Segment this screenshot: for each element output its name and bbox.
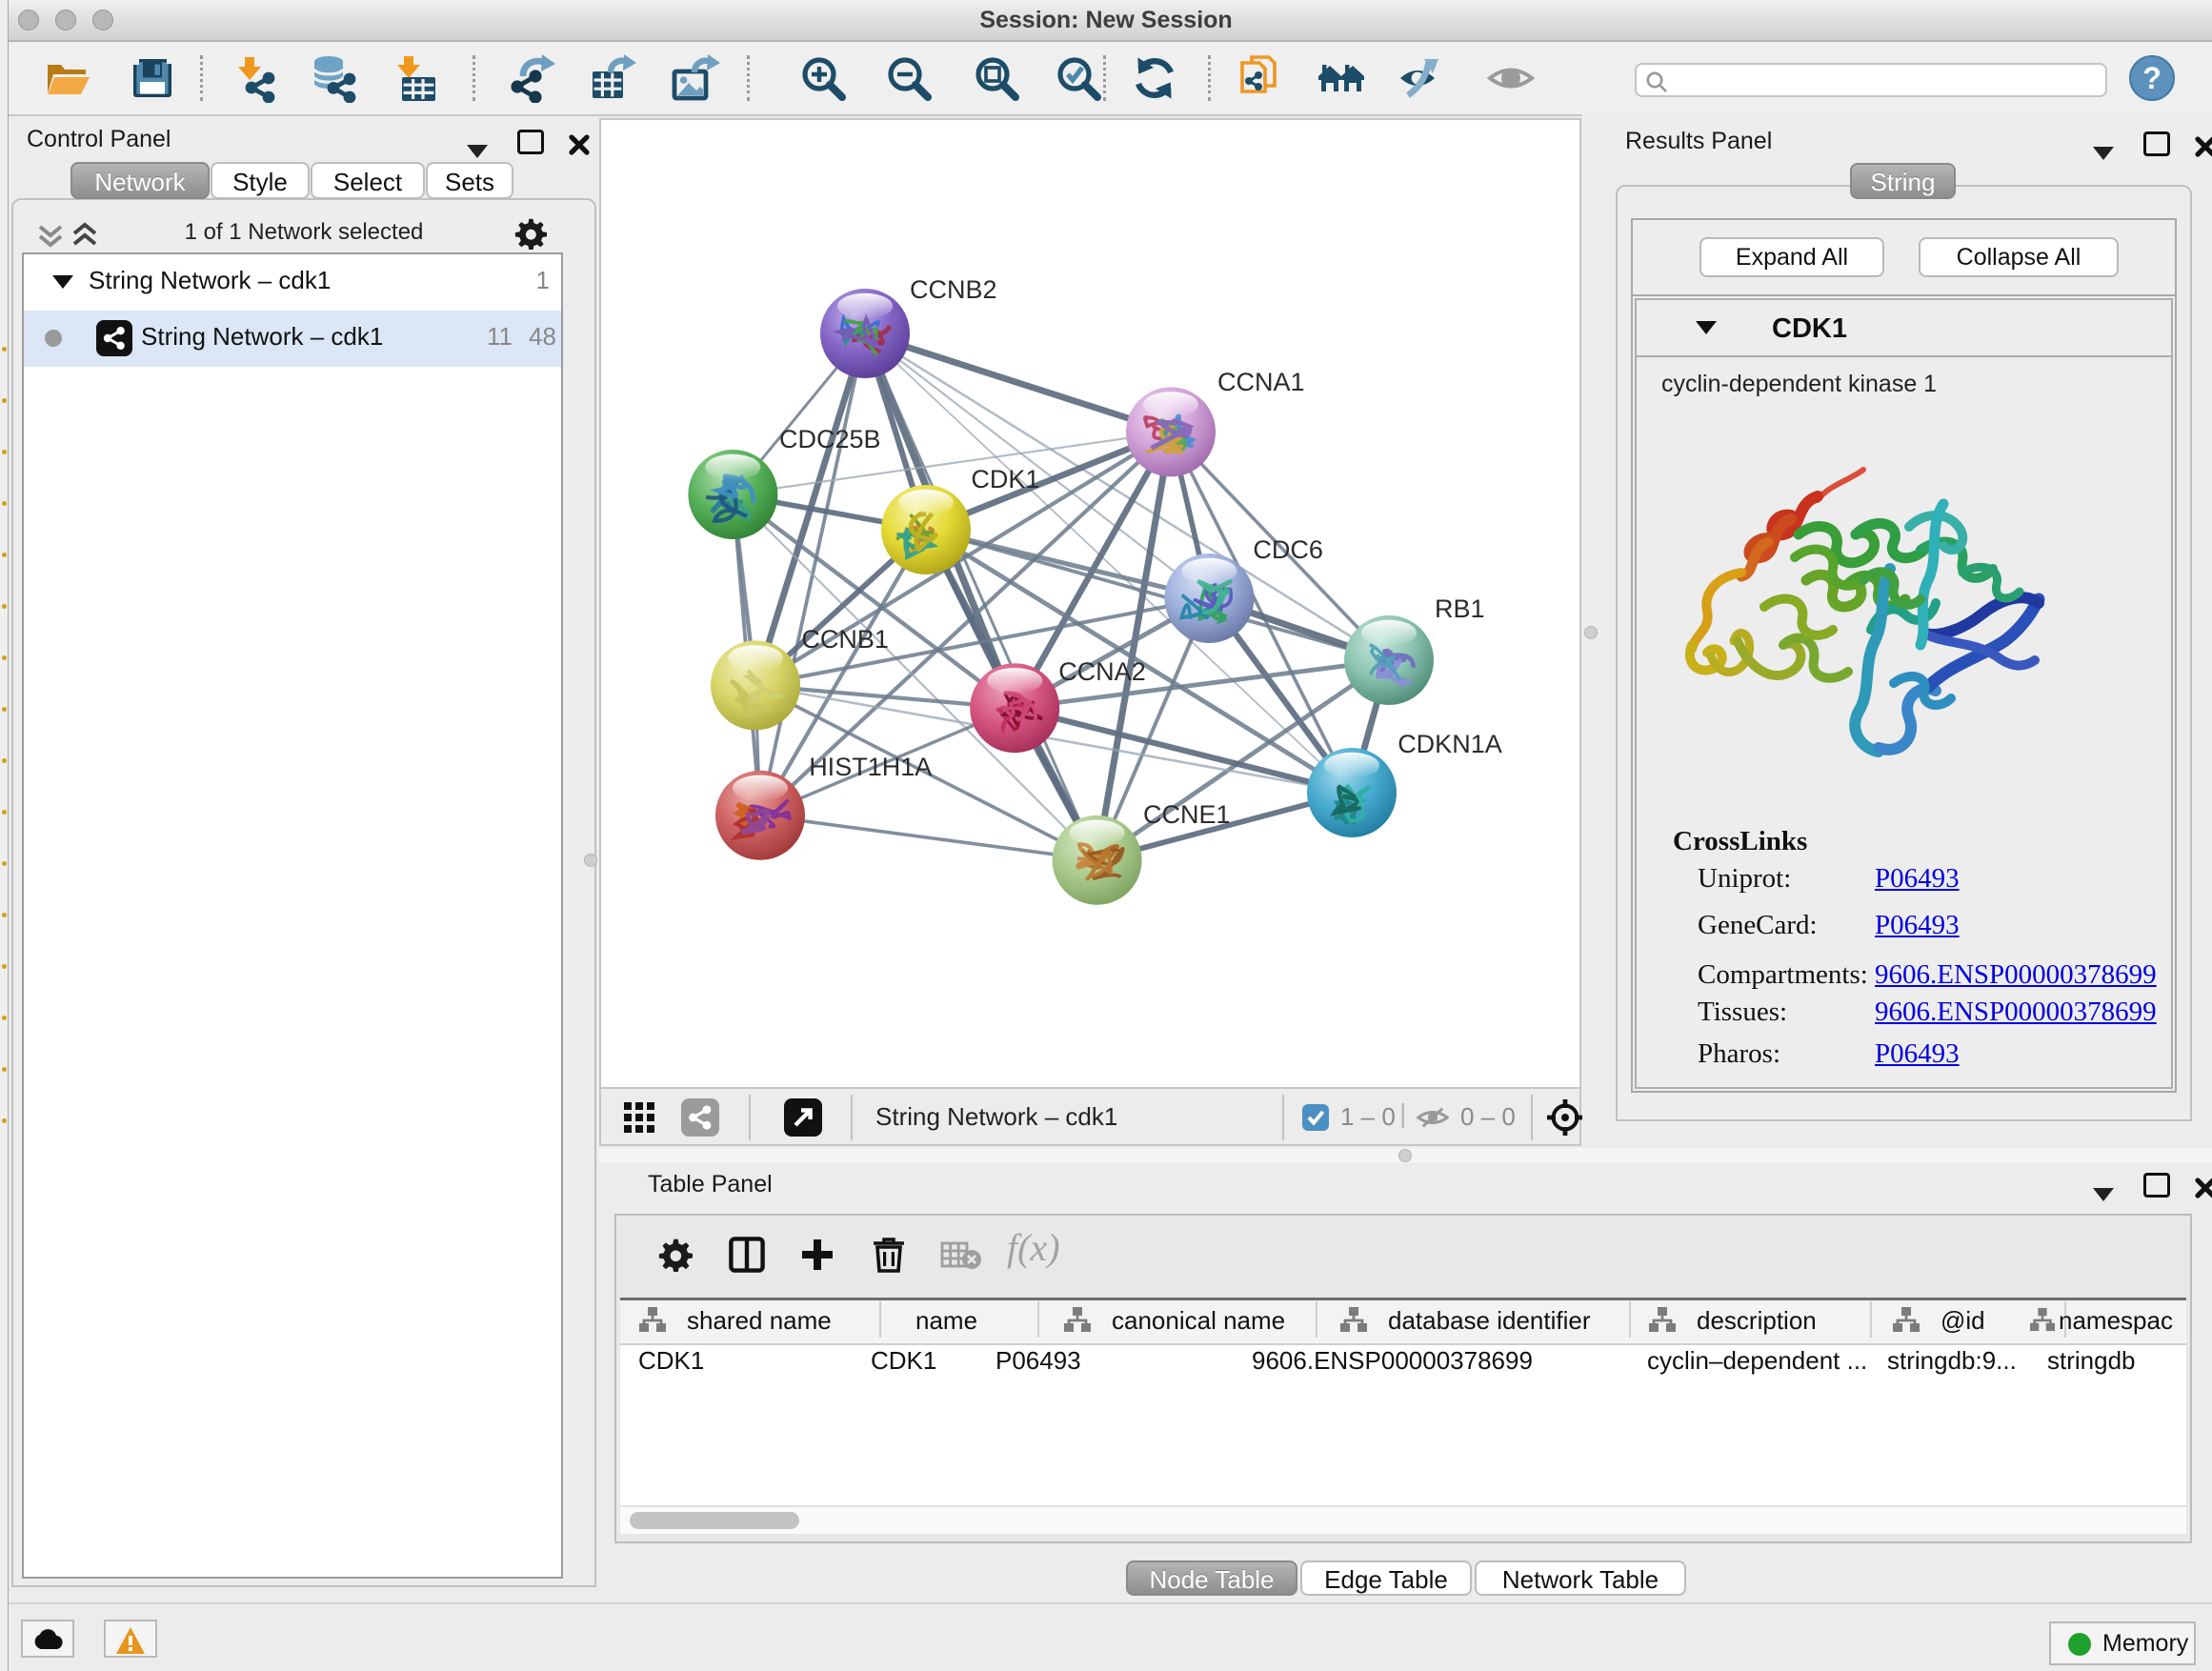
svg-text:RB1: RB1	[1435, 594, 1485, 623]
svg-text:CCNB1: CCNB1	[801, 625, 889, 654]
svg-text:CCNA2: CCNA2	[1058, 657, 1146, 686]
svg-text:CDKN1A: CDKN1A	[1398, 730, 1502, 758]
svg-text:CDC6: CDC6	[1253, 535, 1323, 564]
svg-text:CDC25B: CDC25B	[779, 425, 881, 453]
svg-text:CCNE1: CCNE1	[1143, 800, 1231, 829]
svg-text:CDK1: CDK1	[971, 465, 1039, 493]
svg-text:CCNB2: CCNB2	[910, 275, 997, 304]
svg-text:?: ?	[2142, 61, 2162, 95]
svg-text:HIST1H1A: HIST1H1A	[809, 753, 932, 781]
svg-text:CCNA1: CCNA1	[1217, 368, 1305, 396]
